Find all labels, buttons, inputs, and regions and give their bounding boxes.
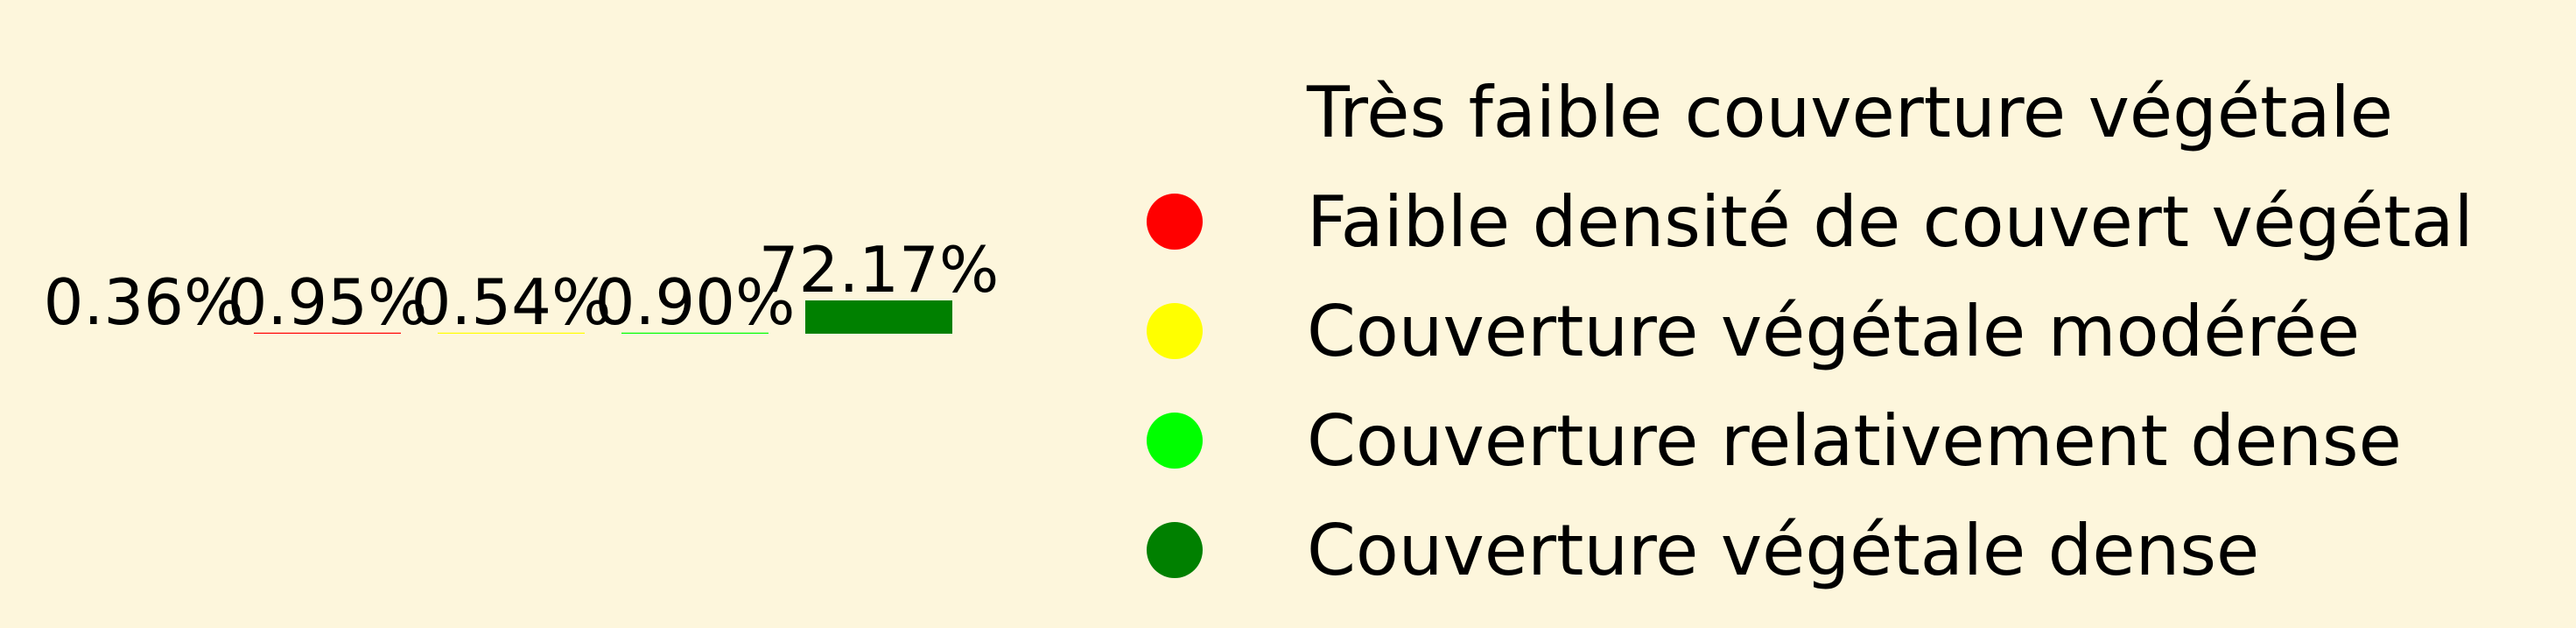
chart-svg: 0.36%0.95%0.54%0.90%72.17% Très faible c… (44, 72, 2474, 591)
bar-value-label-2: 0.95% (228, 265, 428, 339)
legend: Très faible couverture végétale Faible de… (1147, 72, 2474, 591)
legend-marker-1 (1147, 84, 1203, 140)
legend-label-1: Très faible couverture végétale (1306, 72, 2393, 153)
legend-marker-2 (1147, 194, 1203, 250)
legend-label-4: Couverture relativement dense (1307, 400, 2402, 482)
bar-value-label-1: 0.36% (44, 265, 244, 339)
legend-marker-3 (1147, 303, 1203, 359)
legend-label-3: Couverture végétale modérée (1307, 291, 2360, 372)
bar-value-label-3: 0.54% (411, 265, 612, 339)
legend-label-2: Faible densité de couvert végétal (1307, 181, 2474, 263)
legend-marker-4 (1147, 413, 1203, 469)
plot-area: 0.36%0.95%0.54%0.90%72.17% (44, 233, 1000, 339)
legend-label-5: Couverture végétale dense (1307, 510, 2259, 591)
legend-marker-5 (1147, 522, 1203, 578)
chart-container: 0.36% 0.95% 0.54% 0.90% 72.17% Très faible c… (0, 0, 2576, 624)
bar-value-label-5: 72.17% (759, 233, 1000, 307)
